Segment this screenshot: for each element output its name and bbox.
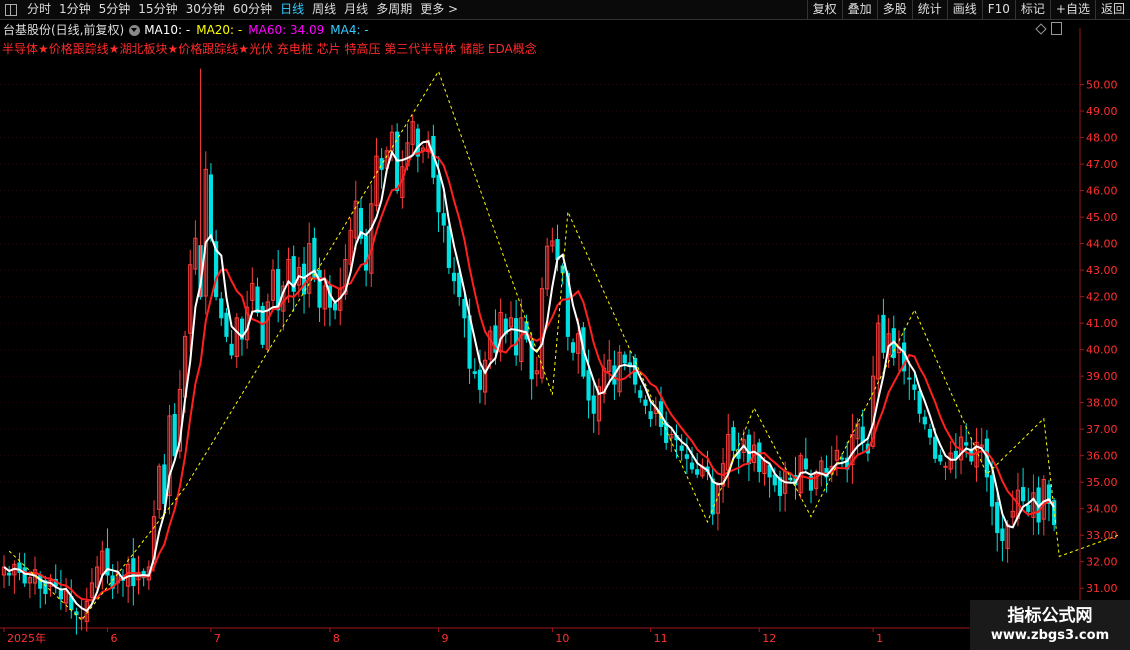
y-tick-label: 47.00 — [1086, 158, 1118, 171]
side-info-strip — [1118, 21, 1130, 650]
y-tick-label: 35.00 — [1086, 476, 1118, 489]
candle-body — [7, 572, 12, 576]
candle-body — [927, 428, 933, 438]
x-tick-label: 8 — [333, 632, 340, 645]
y-tick-label: 43.00 — [1086, 264, 1118, 277]
candle-body — [746, 434, 752, 465]
watermark: 指标公式网 www.zbgs3.com — [970, 600, 1130, 650]
candle-body — [622, 354, 627, 364]
candle-body — [964, 442, 969, 446]
candle-body — [679, 445, 684, 451]
candle-body — [695, 469, 700, 475]
candle-body — [943, 465, 948, 468]
candle-body — [555, 239, 560, 260]
y-tick-label: 33.00 — [1086, 529, 1118, 542]
candle-body — [917, 390, 922, 414]
candle-body — [451, 272, 457, 282]
candle-body — [477, 369, 483, 390]
candle-body — [922, 416, 927, 425]
candle-body — [689, 462, 695, 470]
candle-body — [938, 454, 943, 462]
x-tick-label: 11 — [654, 632, 668, 645]
y-tick-label: 32.00 — [1086, 556, 1118, 569]
x-tick-label: 2025年 — [7, 631, 46, 645]
y-tick-label: 40.00 — [1086, 344, 1118, 357]
candle-body — [570, 342, 576, 353]
y-tick-label: 49.00 — [1086, 105, 1118, 118]
zigzag-line — [8, 70, 1118, 621]
candle-body — [803, 458, 808, 470]
y-tick-label: 37.00 — [1086, 423, 1118, 436]
candle-body — [229, 343, 234, 356]
candle-body — [710, 478, 715, 515]
y-tick-label: 38.00 — [1086, 397, 1118, 410]
y-tick-label: 46.00 — [1086, 185, 1118, 198]
candle-body — [364, 235, 369, 271]
candle-body — [415, 128, 420, 157]
x-tick-label: 10 — [555, 632, 569, 645]
candle-body — [586, 370, 591, 401]
x-tick-label: 12 — [762, 632, 776, 645]
y-tick-label: 50.00 — [1086, 79, 1118, 92]
y-tick-label: 31.00 — [1086, 582, 1118, 595]
candle-body — [317, 270, 322, 308]
candle-body — [441, 213, 446, 226]
candle-body — [839, 457, 845, 460]
candle-body — [912, 384, 917, 390]
y-tick-label: 42.00 — [1086, 291, 1118, 304]
candle-body — [219, 298, 224, 319]
y-tick-label: 34.00 — [1086, 503, 1118, 516]
candle-body — [881, 314, 886, 353]
candle-body — [446, 225, 451, 268]
candle-body — [436, 174, 441, 213]
candle-body — [172, 414, 177, 457]
candle-body — [933, 436, 938, 459]
x-tick-label: 6 — [110, 632, 117, 645]
candle-body — [162, 464, 167, 504]
candle-body — [995, 502, 1000, 534]
candle-body — [472, 371, 477, 374]
candle-body — [591, 395, 596, 414]
candle-body — [731, 427, 736, 451]
y-tick-label: 39.00 — [1086, 370, 1118, 383]
y-tick-label: 36.00 — [1086, 450, 1118, 463]
candle-body — [648, 411, 653, 420]
candle-body — [332, 303, 338, 311]
candle-body — [255, 286, 260, 314]
candle-body — [58, 590, 64, 600]
candlestick-chart[interactable]: 30.0031.0032.0033.0034.0035.0036.0037.00… — [0, 0, 1118, 650]
candle-body — [1026, 504, 1031, 512]
watermark-url: www.zbgs3.com — [990, 628, 1110, 643]
candle-body — [224, 312, 229, 337]
y-tick-label: 45.00 — [1086, 211, 1118, 224]
candle-body — [22, 567, 27, 584]
x-tick-label: 1 — [876, 632, 883, 645]
candle-body — [462, 298, 467, 319]
candle-body — [643, 399, 648, 406]
y-tick-label: 41.00 — [1086, 317, 1118, 330]
watermark-title: 指标公式网 — [1007, 606, 1093, 626]
candle-body — [860, 426, 865, 443]
y-tick-label: 48.00 — [1086, 132, 1118, 145]
candle-body — [989, 475, 995, 507]
candle-body — [1020, 487, 1026, 502]
candle-body — [514, 318, 519, 356]
x-tick-label: 7 — [214, 632, 221, 645]
candle-body — [638, 390, 643, 398]
candle-body — [208, 174, 214, 239]
candle-body — [684, 454, 689, 459]
candle-body — [379, 158, 384, 170]
candle-body — [772, 474, 777, 486]
candle-body — [907, 377, 912, 380]
candle-body — [1000, 528, 1005, 542]
y-tick-label: 44.00 — [1086, 238, 1118, 251]
x-tick-label: 9 — [442, 632, 449, 645]
